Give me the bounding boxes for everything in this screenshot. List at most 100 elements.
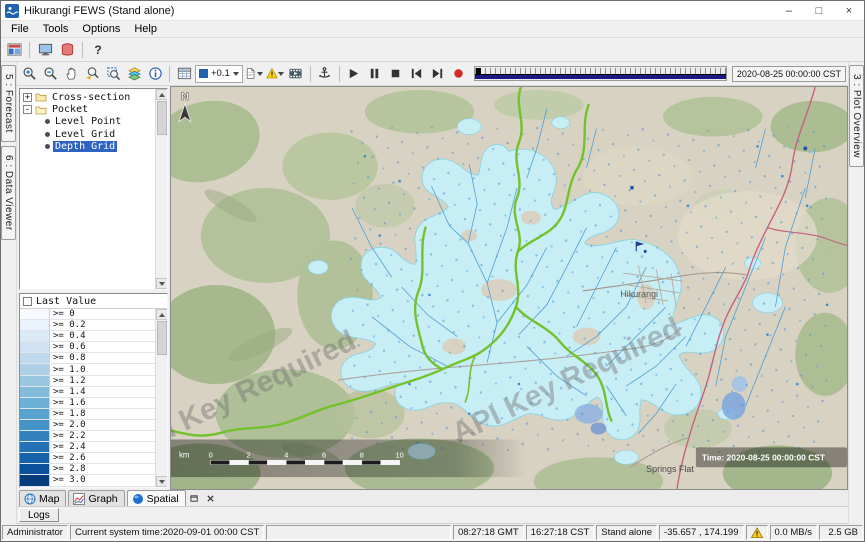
time-slider-rail [475, 74, 726, 79]
arrow-down-icon [159, 282, 165, 286]
legend-row[interactable]: >= 0 [20, 309, 155, 320]
arrow-up-icon [159, 313, 165, 317]
legend-title: Last Value [36, 296, 96, 307]
status-network: 0.0 MB/s [770, 525, 818, 540]
scroll-thumb[interactable] [157, 101, 167, 135]
legend-swatch [20, 398, 50, 408]
zoom-out-button[interactable] [40, 64, 60, 84]
legend-row[interactable]: >= 0.6 [20, 342, 155, 353]
pause-icon [367, 66, 382, 81]
scale-unit: km [179, 450, 190, 459]
tree-scrollbar[interactable] [155, 89, 167, 289]
tab-data-viewer[interactable]: 6 : Data Viewer [1, 146, 16, 240]
document-menu-button[interactable] [244, 64, 264, 84]
tab-forecast[interactable]: 5 : Forecast [1, 65, 16, 142]
scroll-down-button[interactable] [156, 278, 168, 289]
app-window: Hikurangi FEWS (Stand alone) – □ × File … [0, 0, 865, 542]
zoom-out-icon [43, 66, 58, 81]
menu-help[interactable]: Help [127, 22, 164, 36]
record-button[interactable] [449, 64, 469, 84]
scroll-down-button[interactable] [156, 476, 168, 487]
scale-tick: 6 [322, 450, 326, 459]
profile-tool-button[interactable] [315, 64, 335, 84]
play-button[interactable] [344, 64, 364, 84]
legend-row[interactable]: >= 1.8 [20, 409, 155, 420]
legend-row[interactable]: >= 3.0 [20, 475, 155, 486]
legend-swatch [20, 453, 50, 463]
legend-panel: Last Value >= 0 >= 0.2 >= 0.4 >= 0.6 >= … [19, 293, 168, 488]
chevron-down-icon [233, 72, 239, 76]
zoom-in-button[interactable] [19, 64, 39, 84]
scale-bar: km 0 2 4 6 8 10 [171, 439, 527, 477]
layers-button[interactable] [124, 64, 144, 84]
step-back-button[interactable] [407, 64, 427, 84]
step-forward-button[interactable] [428, 64, 448, 84]
info-button[interactable] [145, 64, 165, 84]
pan-button[interactable] [61, 64, 81, 84]
scroll-up-button[interactable] [156, 89, 168, 100]
tree-item-cross-section[interactable]: + Cross-section [20, 91, 155, 103]
collapse-toggle[interactable]: - [23, 105, 32, 114]
zoom-extent-button[interactable] [103, 64, 123, 84]
logs-button[interactable]: Logs [19, 508, 59, 522]
legend-row[interactable]: >= 1.6 [20, 398, 155, 409]
close-panel-button[interactable] [204, 491, 218, 505]
tab-spatial[interactable]: Spatial [127, 490, 186, 506]
tree-item-pocket[interactable]: - Pocket [20, 103, 155, 115]
zoom-previous-button[interactable] [82, 64, 102, 84]
town-label: Hikurangi [620, 289, 658, 299]
tab-graph[interactable]: Graph [68, 490, 124, 506]
tab-plot-overview[interactable]: 3 : Plot Overview [849, 65, 864, 167]
expand-toggle[interactable]: + [23, 93, 32, 102]
tree-item-level-grid[interactable]: Level Grid [20, 128, 155, 140]
legend-label: >= 0.6 [50, 342, 89, 352]
legend-row[interactable]: >= 1.2 [20, 376, 155, 387]
close-button[interactable]: × [834, 1, 864, 20]
displays-button[interactable] [35, 40, 55, 60]
tree-item-level-point[interactable]: Level Point [20, 116, 155, 128]
zoom-previous-icon [85, 66, 100, 81]
tab-map[interactable]: Map [19, 490, 66, 506]
tree-item-depth-grid[interactable]: Depth Grid [20, 141, 155, 153]
grid-display-button[interactable] [174, 64, 194, 84]
legend-row[interactable]: >= 2.8 [20, 464, 155, 475]
legend-row[interactable]: >= 0.2 [20, 320, 155, 331]
pause-button[interactable] [365, 64, 385, 84]
animation-export-button[interactable] [286, 64, 306, 84]
legend-row[interactable]: >= 2.6 [20, 453, 155, 464]
legend-row[interactable]: >= 0.8 [20, 353, 155, 364]
flood-map[interactable]: Hikurangi Springs Flat API Key Required … [171, 87, 847, 489]
toolbar-separator [169, 66, 170, 82]
help-button[interactable]: ? [88, 40, 108, 60]
maximize-button[interactable]: □ [804, 1, 834, 20]
legend-row[interactable]: >= 1.0 [20, 364, 155, 375]
legend-row[interactable]: >= 2.2 [20, 431, 155, 442]
legend-row[interactable]: >= 0.4 [20, 331, 155, 342]
explorer-button[interactable] [4, 40, 24, 60]
last-value-checkbox[interactable] [23, 297, 32, 306]
time-slider[interactable] [474, 66, 727, 81]
explorer-icon [7, 42, 22, 57]
tree-item-label: Cross-section [50, 92, 132, 103]
menu-file[interactable]: File [4, 22, 36, 36]
legend-label: >= 1.4 [50, 387, 89, 397]
globe-icon [24, 493, 36, 505]
scroll-up-button[interactable] [156, 309, 168, 320]
legend-swatch [20, 475, 50, 485]
threshold-combo[interactable]: +0.1 [195, 65, 243, 83]
menu-options[interactable]: Options [75, 22, 127, 36]
legend-row[interactable]: >= 2.4 [20, 442, 155, 453]
float-panel-button[interactable] [188, 491, 202, 505]
minimize-button[interactable]: – [774, 1, 804, 20]
warning-menu-button[interactable] [265, 64, 285, 84]
status-spacer [266, 525, 451, 540]
legend-row[interactable]: >= 2.0 [20, 420, 155, 431]
legend-swatch [20, 353, 50, 363]
database-button[interactable] [57, 40, 77, 60]
legend-row[interactable]: >= 1.4 [20, 387, 155, 398]
stop-button[interactable] [386, 64, 406, 84]
legend-scrollbar[interactable] [155, 309, 167, 487]
scale-tick: 0 [209, 450, 213, 459]
scroll-thumb[interactable] [157, 321, 167, 355]
menu-tools[interactable]: Tools [36, 22, 76, 36]
